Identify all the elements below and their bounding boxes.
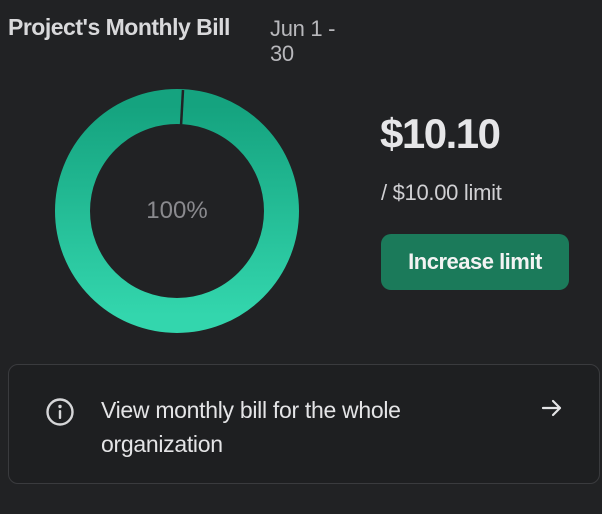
increase-limit-button[interactable]: Increase limit — [381, 234, 569, 290]
info-icon — [46, 398, 74, 426]
usage-donut-chart: 100% — [54, 88, 300, 334]
usage-percent-label: 100% — [146, 197, 208, 224]
monthly-bill-panel: Project's Monthly Bill Jun 1 - 30 100% $… — [0, 0, 602, 514]
arrow-right-icon — [541, 399, 562, 417]
page-title: Project's Monthly Bill — [8, 14, 230, 40]
date-range: Jun 1 - 30 — [270, 16, 336, 66]
bill-amount: $10.10 — [380, 110, 501, 157]
view-org-bill-link[interactable]: View monthly bill for the whole organiza… — [8, 364, 600, 484]
limit-text: / $10.00 limit — [381, 180, 502, 205]
org-link-text: View monthly bill for the whole organiza… — [101, 397, 401, 457]
